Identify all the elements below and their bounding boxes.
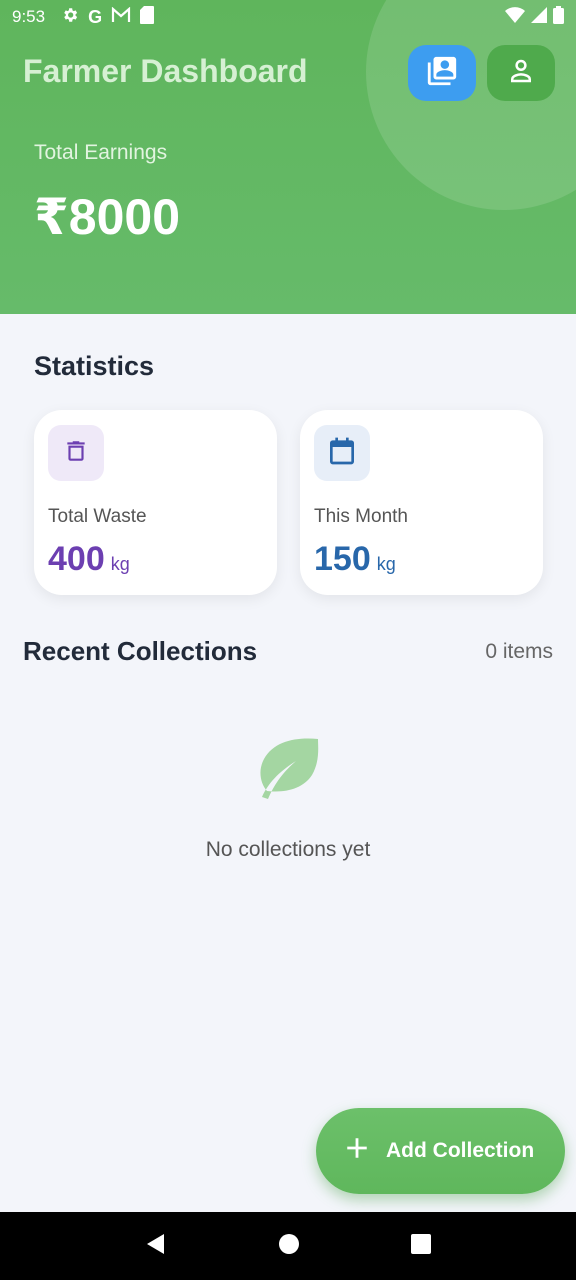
stat-card-this-month: This Month 150 kg xyxy=(300,410,543,595)
recents-icon[interactable] xyxy=(410,1233,432,1260)
add-collection-button[interactable]: Add Collection xyxy=(316,1108,565,1194)
trash-icon xyxy=(63,438,89,469)
page-title: Farmer Dashboard xyxy=(23,53,308,89)
empty-state-text: No collections yet xyxy=(205,838,371,861)
stat-unit: kg xyxy=(376,554,396,574)
stat-card-total-waste: Total Waste 400 kg xyxy=(34,410,277,595)
back-icon[interactable] xyxy=(144,1232,168,1261)
home-icon[interactable] xyxy=(277,1232,301,1261)
statistics-title: Statistics xyxy=(34,351,155,381)
header: Farmer Dashboard Total Earnings ₹8000 xyxy=(0,0,576,314)
stat-icon-box xyxy=(48,425,104,481)
earnings-label: Total Earnings xyxy=(34,141,168,164)
collections-button[interactable] xyxy=(408,45,476,101)
profile-icon xyxy=(506,56,536,91)
stat-label: Total Waste xyxy=(48,506,147,527)
sd-card-icon xyxy=(140,5,155,29)
stat-value: 150 xyxy=(314,540,371,578)
battery-icon xyxy=(553,5,564,29)
status-time: 9:53 xyxy=(12,7,46,26)
settings-icon xyxy=(61,6,79,29)
stat-label: This Month xyxy=(314,506,408,527)
collections-icon xyxy=(425,54,459,93)
navigation-bar xyxy=(0,1212,576,1280)
leaf-icon xyxy=(256,737,320,799)
calendar-icon xyxy=(326,435,358,472)
profile-button[interactable] xyxy=(487,45,555,101)
earnings-value: ₹8000 xyxy=(34,189,181,245)
google-icon: G xyxy=(88,6,103,27)
gmail-icon xyxy=(111,6,131,28)
recent-collections-title: Recent Collections xyxy=(23,636,258,666)
stat-icon-box xyxy=(314,425,370,481)
wifi-icon xyxy=(505,6,525,28)
stat-value: 400 xyxy=(48,540,105,578)
add-collection-label: Add Collection xyxy=(386,1139,535,1162)
signal-icon xyxy=(531,6,547,28)
plus-icon xyxy=(344,1135,370,1167)
status-bar: 9:53 G xyxy=(0,0,576,34)
items-count: 0 items xyxy=(485,640,553,663)
stat-unit: kg xyxy=(110,554,130,574)
